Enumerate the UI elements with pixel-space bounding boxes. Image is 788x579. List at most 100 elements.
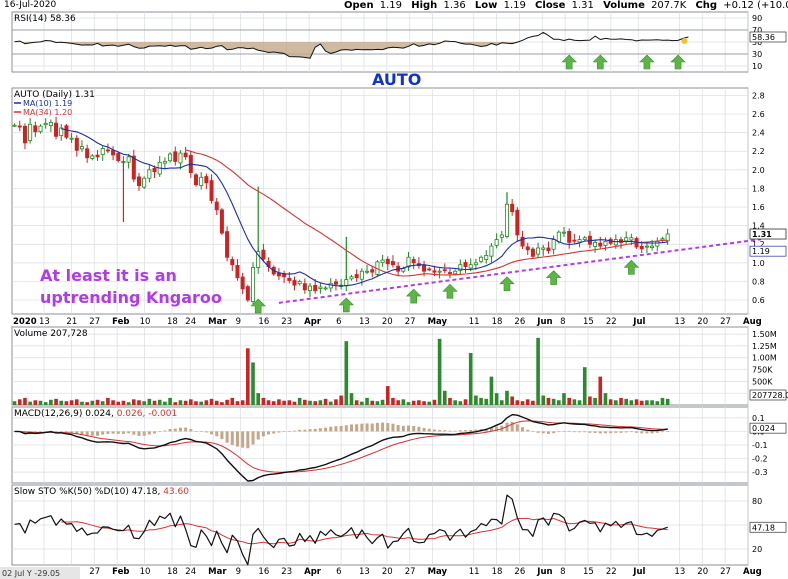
candle-body bbox=[152, 167, 157, 173]
price-x-tick-label: Jul bbox=[632, 317, 645, 327]
candle-body bbox=[308, 285, 313, 291]
volume-bar bbox=[111, 400, 115, 405]
annotation-line-1: At least it is an bbox=[40, 266, 177, 285]
candle-body bbox=[287, 277, 292, 281]
macd-histogram-bar bbox=[401, 425, 405, 432]
macd-y-tick-label: 0.1 bbox=[752, 414, 765, 423]
volume-bar bbox=[126, 402, 131, 405]
macd-histogram-bar bbox=[515, 424, 519, 432]
candle-body bbox=[142, 177, 147, 188]
header-chg-value: +0.12 (+10.08%) bbox=[723, 0, 788, 11]
macd-histogram-bar bbox=[603, 431, 607, 434]
volume-y-tick-label: 500K bbox=[752, 377, 773, 386]
stoch-x-tick-label: 27 bbox=[89, 567, 100, 577]
candle-body bbox=[54, 122, 59, 137]
volume-bar bbox=[246, 348, 250, 405]
candle-body bbox=[292, 280, 297, 286]
candle-body bbox=[116, 153, 121, 161]
macd-histogram-bar bbox=[308, 429, 312, 432]
macd-histogram-bar bbox=[147, 431, 151, 435]
candle-body bbox=[111, 149, 116, 156]
macd-histogram-bar bbox=[215, 431, 219, 437]
volume-bar bbox=[173, 402, 178, 405]
candle-body bbox=[453, 270, 458, 275]
rsi-y-tick-label: 90 bbox=[752, 14, 762, 23]
stoch-x-tick-label: Apr bbox=[304, 567, 322, 577]
candle-body bbox=[193, 174, 198, 186]
stoch-x-tick-label: 8 bbox=[560, 567, 565, 577]
price-x-tick-label: Jun bbox=[536, 317, 552, 327]
macd-histogram-bar bbox=[526, 429, 530, 432]
candle-body bbox=[525, 246, 530, 251]
stoch-x-tick-label: 18 bbox=[492, 567, 503, 577]
macd-histogram-bar bbox=[567, 431, 571, 433]
price-y-tick-label: 0.8 bbox=[752, 277, 765, 286]
volume-bar bbox=[619, 397, 623, 405]
macd-histogram-bar bbox=[629, 431, 633, 433]
volume-bar bbox=[411, 400, 416, 405]
candle-body bbox=[515, 209, 520, 236]
price-x-tick-label: Aug bbox=[743, 317, 762, 327]
candle-body bbox=[43, 122, 48, 126]
volume-bar bbox=[453, 400, 457, 405]
candle-body bbox=[136, 176, 141, 187]
volume-bar bbox=[639, 400, 644, 405]
volume-title: Volume 207,728 bbox=[14, 329, 88, 339]
candle-body bbox=[183, 152, 188, 158]
candle-body bbox=[541, 247, 546, 250]
candle-body bbox=[365, 270, 370, 273]
volume-bar bbox=[432, 399, 437, 405]
volume-bar bbox=[152, 400, 157, 405]
volume-bar bbox=[588, 396, 592, 405]
volume-bar bbox=[603, 393, 608, 405]
volume-bar bbox=[422, 401, 426, 405]
candle-body bbox=[624, 237, 629, 242]
stoch-x-tick-label: 10 bbox=[140, 567, 151, 577]
stoch-x-tick-label: 13 bbox=[674, 567, 685, 577]
macd-histogram-bar bbox=[121, 431, 125, 434]
candle-body bbox=[74, 137, 79, 151]
macd-histogram-bar bbox=[448, 430, 452, 432]
volume-bar bbox=[468, 353, 473, 405]
price-x-tick-label: 9 bbox=[236, 317, 241, 327]
candle-body bbox=[168, 153, 173, 162]
candle-body bbox=[551, 239, 556, 250]
price-x-tick-label: 15 bbox=[583, 317, 594, 327]
macd-histogram-bar bbox=[204, 431, 208, 433]
macd-histogram-bar bbox=[645, 431, 649, 434]
price-y-tick-label: 1.6 bbox=[752, 203, 765, 212]
macd-histogram-bar bbox=[588, 431, 592, 433]
volume-bar bbox=[458, 401, 463, 405]
macd-histogram-bar bbox=[464, 430, 468, 432]
volume-bar bbox=[505, 390, 509, 405]
candle-body bbox=[593, 241, 598, 247]
macd-histogram-bar bbox=[635, 431, 639, 433]
macd-histogram-bar bbox=[458, 430, 462, 432]
macd-y-tick-label: -0.3 bbox=[752, 468, 768, 477]
volume-bar bbox=[303, 399, 307, 405]
macd-histogram-bar bbox=[235, 431, 239, 447]
candle-body bbox=[333, 281, 338, 285]
candle-body bbox=[199, 176, 204, 186]
macd-histogram-bar bbox=[412, 425, 416, 432]
candle-body bbox=[12, 124, 17, 127]
volume-bar bbox=[614, 400, 618, 405]
volume-bar bbox=[147, 398, 152, 405]
candle-body bbox=[660, 238, 665, 241]
candle-body bbox=[629, 237, 634, 241]
candle-body bbox=[655, 241, 660, 247]
stoch-x-tick-label: 6 bbox=[336, 567, 341, 577]
annotation-line-2: uptrending Kngaroo bbox=[40, 288, 222, 307]
volume-bar bbox=[608, 399, 613, 405]
header-volume-value: 207.7K bbox=[651, 0, 687, 11]
volume-bar bbox=[28, 401, 32, 405]
volume-bar bbox=[189, 399, 193, 405]
price-ma-last: 1.19 bbox=[752, 247, 770, 256]
macd-histogram-bar bbox=[230, 431, 234, 445]
volume-bar bbox=[59, 400, 64, 405]
rsi-highlight-dot bbox=[681, 37, 688, 44]
volume-bar bbox=[531, 400, 535, 405]
stoch-x-tick-label: 16 bbox=[258, 567, 269, 577]
macd-histogram-bar bbox=[246, 431, 250, 449]
volume-bar bbox=[17, 399, 22, 405]
